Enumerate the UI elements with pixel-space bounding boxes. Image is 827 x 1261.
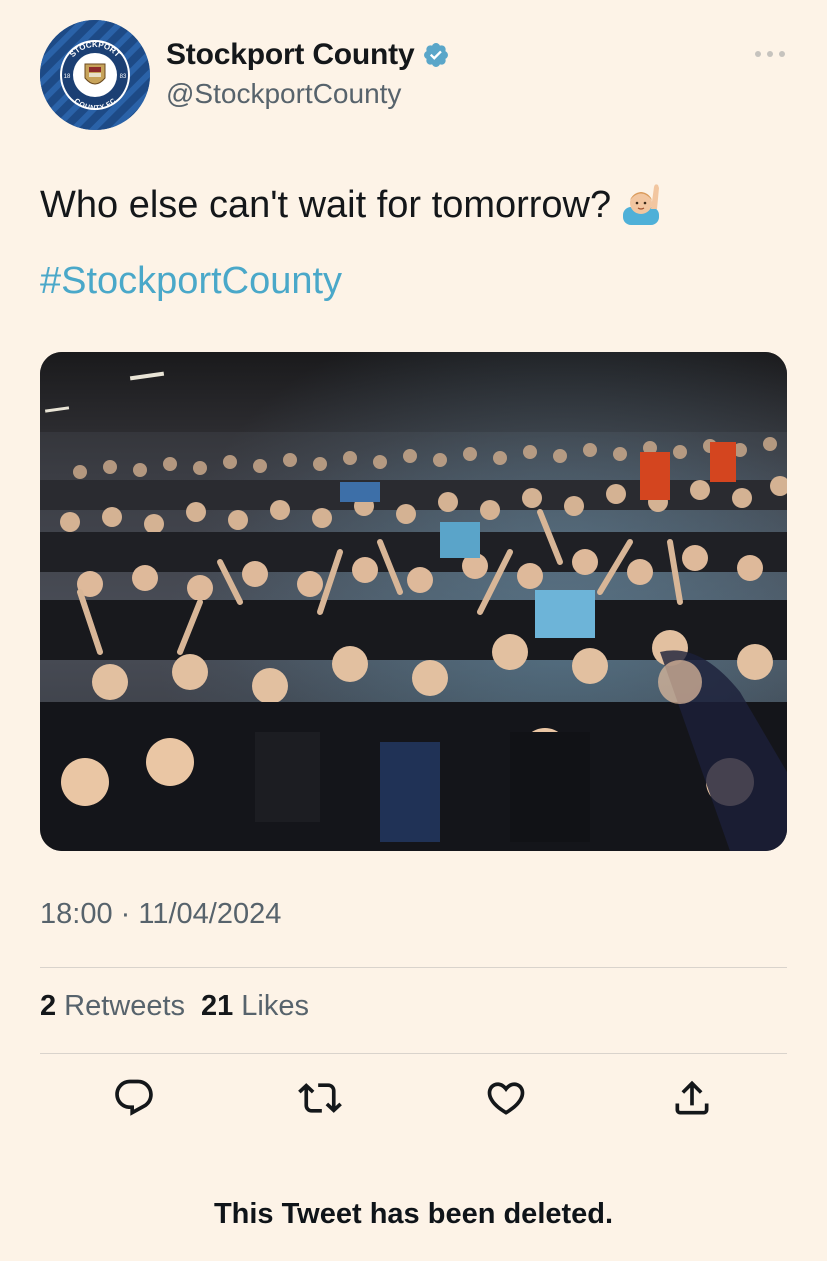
likes-label: Likes [241, 990, 309, 1022]
share-icon [675, 1080, 709, 1115]
action-bar [0, 1076, 827, 1122]
like-icon [487, 1082, 525, 1115]
retweet-button[interactable] [298, 1076, 342, 1120]
likes-stat[interactable]: 21 Likes [201, 990, 309, 1023]
svg-text:83: 83 [120, 74, 127, 80]
more-dot [767, 51, 773, 57]
tweet-text: Who else can't wait for tomorrow? [40, 178, 800, 232]
author-block: Stockport County @StockportCounty [166, 36, 450, 110]
divider [40, 967, 787, 968]
retweets-count: 2 [40, 990, 57, 1022]
hashtag-link[interactable]: #StockportCounty [40, 254, 342, 308]
svg-text:18: 18 [64, 74, 71, 80]
more-options-icon[interactable] [755, 44, 785, 64]
tweet-card: STOCKPORT COUNTY FC 18 83 Stockport Coun… [0, 0, 827, 1261]
verified-badge-icon [422, 41, 450, 69]
likes-count: 21 [201, 990, 234, 1022]
more-dot [755, 51, 761, 57]
retweet-icon [298, 1083, 342, 1113]
tweet-text-content: Who else can't wait for tomorrow? [40, 184, 612, 226]
crowd-photo-image [40, 352, 787, 851]
display-name[interactable]: Stockport County [166, 38, 415, 72]
share-button[interactable] [670, 1076, 714, 1120]
engagement-stats: 2 Retweets 21 Likes [40, 990, 309, 1023]
more-dot [779, 51, 785, 57]
retweets-stat[interactable]: 2 Retweets [40, 990, 185, 1023]
raising-hand-emoji-icon [619, 181, 663, 225]
club-crest-icon: STOCKPORT COUNTY FC 18 83 [40, 20, 150, 130]
deleted-notice: This Tweet has been deleted. [213, 1198, 614, 1230]
retweets-label: Retweets [64, 990, 186, 1022]
tweet-photo[interactable] [40, 352, 787, 851]
display-name-row: Stockport County [166, 36, 450, 74]
divider [40, 1053, 787, 1054]
reply-icon [115, 1079, 153, 1116]
timestamp[interactable]: 18:00 · 11/04/2024 [40, 898, 281, 931]
handle[interactable]: @StockportCounty [166, 78, 450, 110]
reply-button[interactable] [112, 1076, 156, 1120]
like-button[interactable] [484, 1076, 528, 1120]
avatar[interactable]: STOCKPORT COUNTY FC 18 83 [40, 20, 150, 130]
